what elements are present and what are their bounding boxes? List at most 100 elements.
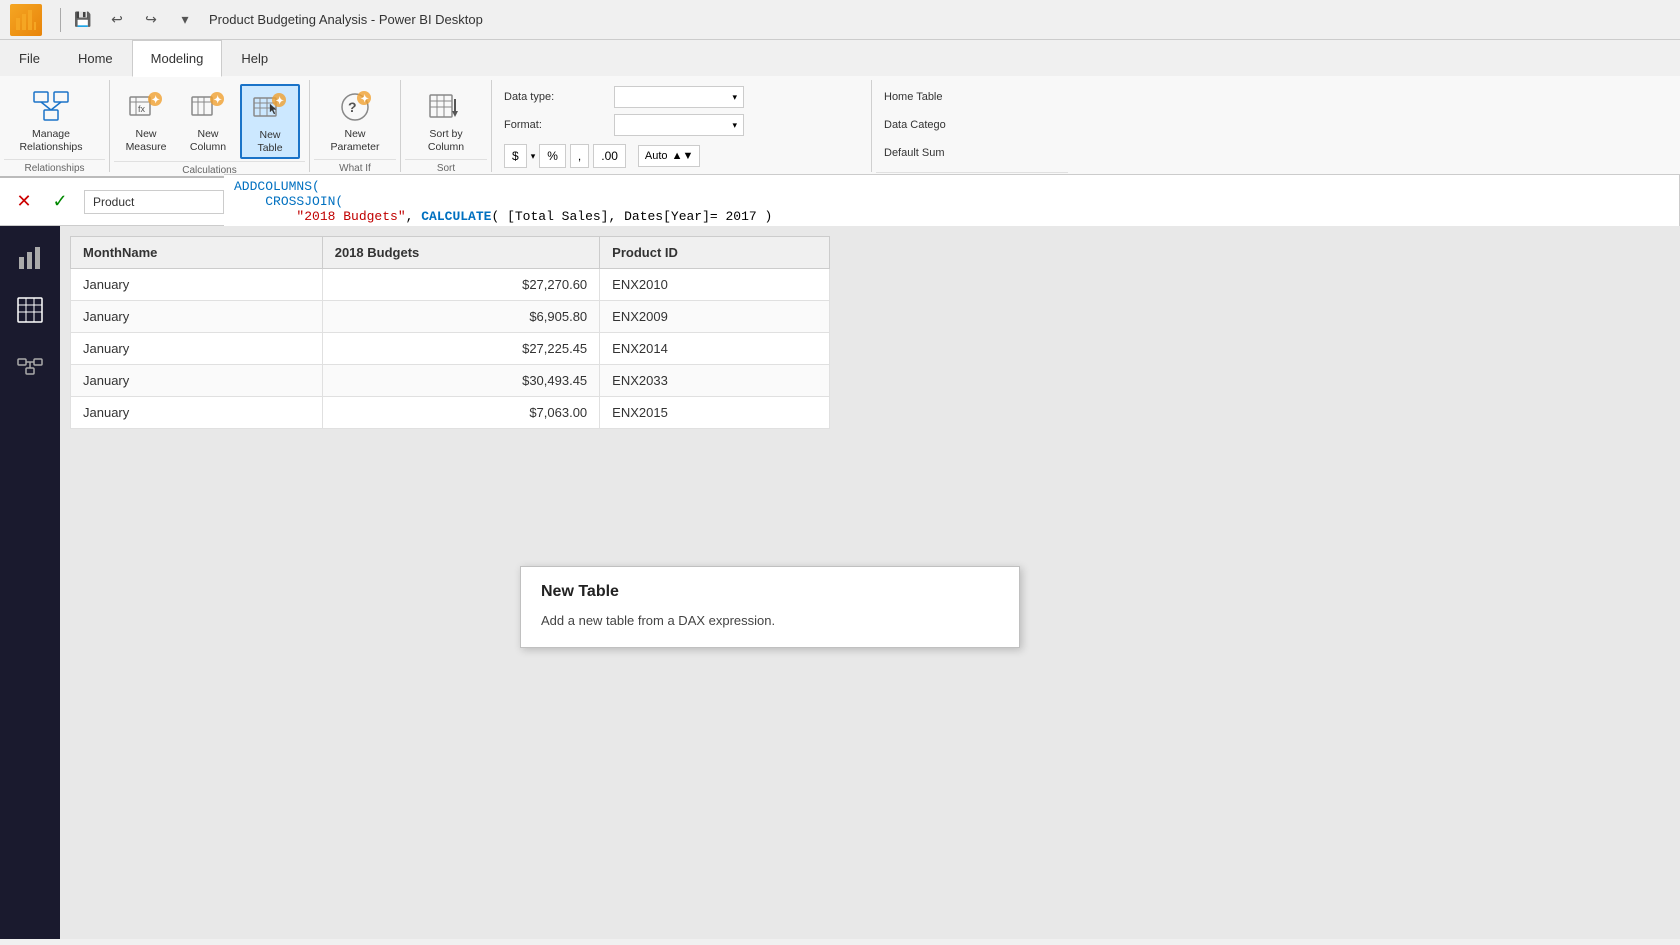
- formula-bar: ✕ ✓ Product ADDCOLUMNS( CROSSJOIN( "2018…: [0, 178, 1680, 226]
- title-divider: [60, 8, 61, 32]
- menu-help[interactable]: Help: [222, 40, 287, 76]
- cell-productid-2: ENX2009: [600, 301, 830, 333]
- new-measure-button[interactable]: fx ✦ NewMeasure: [116, 84, 176, 157]
- new-column-button[interactable]: ✦ NewColumn: [178, 84, 238, 157]
- menu-modeling[interactable]: Modeling: [132, 40, 223, 77]
- new-measure-label: NewMeasure: [126, 128, 167, 153]
- cell-month-3: January: [71, 333, 323, 365]
- menu-file[interactable]: File: [0, 40, 59, 76]
- cell-month-5: January: [71, 397, 323, 429]
- properties-content: Home Table Data Catego Default Sum: [876, 80, 1068, 170]
- formula-name-box[interactable]: Product: [84, 190, 224, 214]
- cell-month-4: January: [71, 365, 323, 397]
- data-table: MonthName 2018 Budgets Product ID Januar…: [70, 236, 830, 429]
- cell-productid-1: ENX2010: [600, 269, 830, 301]
- ribbon-group-formatting: Data type: ▾ Format: ▾ $ ▾ %: [492, 80, 872, 172]
- sidebar-item-report[interactable]: [8, 236, 52, 280]
- cell-budget-3: $27,225.45: [322, 333, 599, 365]
- new-measure-icon: fx ✦: [127, 88, 165, 126]
- cancel-formula-button[interactable]: ✕: [12, 190, 36, 214]
- percent-button[interactable]: %: [539, 144, 566, 168]
- manage-relationships-label: ManageRelationships: [19, 128, 82, 153]
- sort-buttons: Sort byColumn: [405, 80, 487, 157]
- svg-text:✦: ✦: [152, 95, 160, 106]
- default-sum-label: Default Sum: [884, 147, 984, 159]
- tooltip-body: Add a new table from a DAX expression.: [541, 611, 999, 631]
- svg-text:✦: ✦: [361, 94, 369, 105]
- new-table-button[interactable]: ✦ NewTable: [240, 84, 300, 159]
- auto-dropdown[interactable]: Auto ▲ ▼: [638, 145, 700, 167]
- home-table-row: Home Table: [884, 84, 984, 110]
- table-row: January $27,270.60 ENX2010: [71, 269, 830, 301]
- format-dropdown[interactable]: ▾: [614, 114, 744, 136]
- redo-button[interactable]: ↪: [137, 8, 165, 32]
- cell-budget-1: $27,270.60: [322, 269, 599, 301]
- sidebar-item-model[interactable]: [8, 340, 52, 384]
- cell-productid-4: ENX2033: [600, 365, 830, 397]
- ribbon-group-calculations: fx ✦ NewMeasure: [110, 80, 310, 172]
- sort-by-column-label: Sort byColumn: [428, 128, 464, 153]
- svg-text:✦: ✦: [214, 95, 222, 106]
- undo-button[interactable]: ↩: [103, 8, 131, 32]
- new-column-label: NewColumn: [190, 128, 226, 153]
- new-parameter-icon: ? ✦: [336, 88, 374, 126]
- currency-arrow-icon[interactable]: ▾: [531, 151, 536, 162]
- ribbon-group-relationships: ManageRelationships Relationships: [0, 80, 110, 172]
- formula-rest: ( [Total Sales], Dates[Year]= 2017 ): [491, 209, 772, 224]
- new-parameter-button[interactable]: ? ✦ NewParameter: [316, 84, 394, 157]
- app-logo: [10, 4, 42, 36]
- header-monthname: MonthName: [71, 237, 323, 269]
- auto-up-icon[interactable]: ▲: [672, 150, 683, 162]
- formula-calculate: CALCULATE: [421, 209, 491, 224]
- data-category-label: Data Catego: [884, 119, 984, 131]
- formula-crossjoin: CROSSJOIN(: [265, 194, 343, 209]
- format-row: Format: ▾: [504, 112, 744, 138]
- table-header: MonthName 2018 Budgets Product ID: [71, 237, 830, 269]
- manage-relationships-button[interactable]: ManageRelationships: [6, 84, 96, 157]
- menu-home[interactable]: Home: [59, 40, 132, 76]
- formula-line1: ADDCOLUMNS(: [234, 179, 320, 194]
- cell-productid-5: ENX2015: [600, 397, 830, 429]
- formula-addcolumns: ADDCOLUMNS(: [234, 179, 320, 194]
- title-actions: 💾 ↩ ↪ ▾: [69, 8, 199, 32]
- number-format-section: $ ▾ % , .00 Auto ▲ ▼: [504, 144, 700, 168]
- table-row: January $27,225.45 ENX2014: [71, 333, 830, 365]
- data-type-arrow-icon: ▾: [732, 92, 737, 103]
- format-value: [621, 119, 624, 131]
- ribbon: ManageRelationships Relationships fx: [0, 76, 1680, 178]
- formula-line3: "2018 Budgets", CALCULATE( [Total Sales]…: [234, 209, 772, 224]
- cell-productid-3: ENX2014: [600, 333, 830, 365]
- formatting-content: Data type: ▾ Format: ▾ $ ▾ %: [496, 80, 867, 172]
- main-area: MonthName 2018 Budgets Product ID Januar…: [0, 226, 1680, 939]
- auto-label: Auto: [645, 150, 668, 162]
- whatif-buttons: ? ✦ NewParameter: [314, 80, 396, 157]
- content-area: MonthName 2018 Budgets Product ID Januar…: [60, 226, 1680, 939]
- cell-month-2: January: [71, 301, 323, 333]
- table-row: January $30,493.45 ENX2033: [71, 365, 830, 397]
- ribbon-row: ManageRelationships Relationships fx: [0, 76, 1680, 176]
- calculations-buttons: fx ✦ NewMeasure: [114, 80, 305, 159]
- quick-access-more-button[interactable]: ▾: [171, 8, 199, 32]
- comma-button[interactable]: ,: [570, 144, 589, 168]
- data-type-dropdown[interactable]: ▾: [614, 86, 744, 108]
- sidebar-item-data[interactable]: [8, 288, 52, 332]
- sort-by-column-button[interactable]: Sort byColumn: [407, 84, 485, 157]
- data-type-value: [621, 91, 624, 103]
- save-button[interactable]: 💾: [69, 8, 97, 32]
- ribbon-group-properties: Home Table Data Catego Default Sum: [872, 80, 1072, 172]
- table-row: January $6,905.80 ENX2009: [71, 301, 830, 333]
- relationships-group-label: Relationships: [4, 159, 105, 177]
- currency-button[interactable]: $: [504, 144, 527, 168]
- data-category-row: Data Catego: [884, 112, 984, 138]
- confirm-formula-button[interactable]: ✓: [48, 190, 72, 214]
- svg-text:fx: fx: [138, 104, 146, 114]
- cell-budget-4: $30,493.45: [322, 365, 599, 397]
- formula-input-area[interactable]: ADDCOLUMNS( CROSSJOIN( "2018 Budgets", C…: [224, 174, 1680, 229]
- new-table-tooltip: New Table Add a new table from a DAX exp…: [520, 566, 1020, 648]
- formula-line2: CROSSJOIN(: [234, 194, 343, 209]
- ribbon-group-whatif: ? ✦ NewParameter What If: [310, 80, 401, 172]
- auto-down-icon[interactable]: ▼: [682, 150, 693, 162]
- svg-text:✦: ✦: [276, 96, 284, 107]
- tooltip-title: New Table: [541, 583, 999, 601]
- decimal-button[interactable]: .00: [593, 144, 626, 168]
